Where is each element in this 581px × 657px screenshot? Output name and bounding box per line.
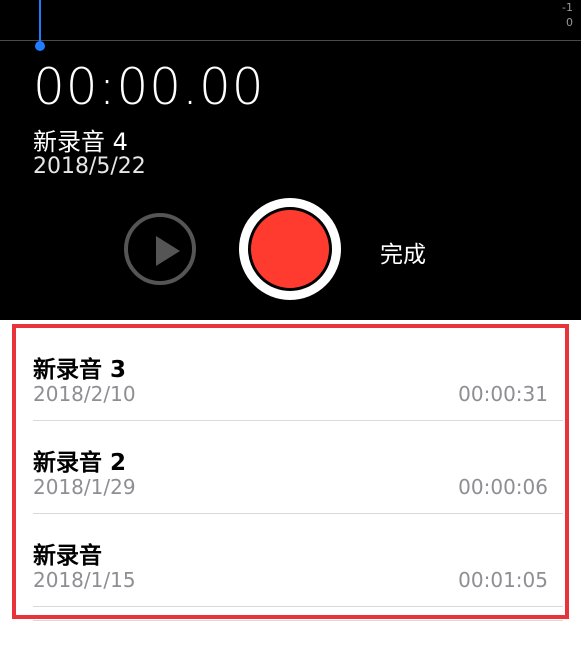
waveform-area[interactable]: -1 0	[0, 0, 581, 51]
recording-date: 2018/5/22	[33, 154, 146, 179]
list-item-date: 2018/1/15	[33, 568, 136, 592]
waveform-baseline	[0, 40, 581, 41]
list-divider	[33, 620, 563, 621]
record-icon	[248, 207, 332, 291]
list-item[interactable]: 新录音 2 2018/1/29 00:00:06	[18, 421, 563, 514]
recording-timer: 00:00.00	[33, 58, 265, 116]
list-item-title: 新录音	[33, 543, 102, 569]
playhead-handle[interactable]	[35, 41, 45, 51]
list-item-duration: 00:01:05	[458, 568, 548, 592]
list-item-title: 新录音 3	[33, 357, 127, 383]
waveform-scale-top: -1	[562, 1, 573, 14]
list-item-duration: 00:00:06	[458, 475, 548, 499]
recording-name[interactable]: 新录音 4	[33, 122, 128, 157]
list-item[interactable]: 新录音 2018/1/15 00:01:05	[18, 514, 563, 607]
record-button[interactable]	[239, 198, 341, 300]
list-item[interactable]: 新录音 3 2018/2/10 00:00:31	[18, 328, 563, 421]
recordings-list: 新录音 3 2018/2/10 00:00:31 新录音 2 2018/1/29…	[0, 320, 581, 657]
recorder-panel: -1 0 00:00.00 新录音 4 2018/5/22 完成	[0, 0, 581, 320]
list-divider	[33, 606, 563, 607]
play-button[interactable]	[124, 213, 196, 285]
list-item-duration: 00:00:31	[458, 382, 548, 406]
waveform-scale-mid: 0	[566, 16, 573, 29]
list-item-date: 2018/1/29	[33, 475, 136, 499]
playhead[interactable]	[39, 0, 41, 44]
done-button[interactable]: 完成	[380, 235, 426, 269]
list-item-date: 2018/2/10	[33, 382, 136, 406]
play-icon	[156, 236, 180, 266]
list-item-title: 新录音 2	[33, 450, 127, 476]
